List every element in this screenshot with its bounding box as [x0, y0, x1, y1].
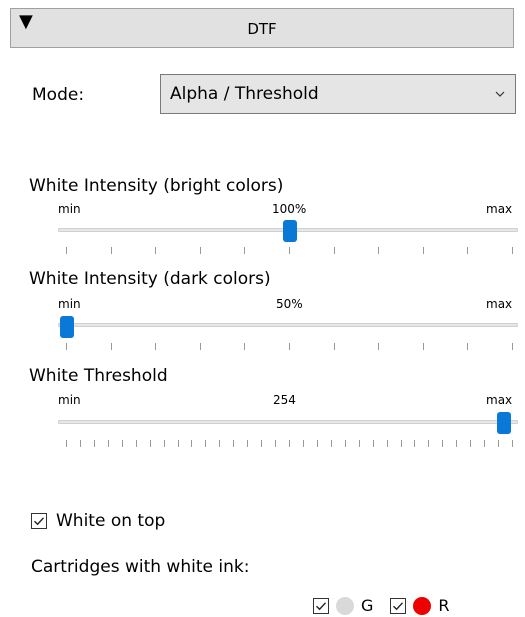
slider-tick [334, 343, 335, 350]
slider-bright-min: min [58, 202, 81, 216]
slider-tick [512, 343, 513, 350]
slider-tick [136, 440, 137, 447]
slider-threshold-min: min [58, 393, 81, 407]
slider-tick [303, 440, 304, 447]
slider-tick [378, 343, 379, 350]
slider-dark-ticks [58, 343, 518, 353]
slider-dark-max: max [486, 297, 513, 311]
slider-threshold-ticks [58, 440, 518, 450]
slider-dark-value: 50% [276, 297, 303, 311]
mode-label: Mode: [32, 85, 85, 105]
cartridge-g-label: G [361, 596, 374, 615]
dtf-panel-header[interactable]: ▼ DTF [10, 8, 514, 48]
slider-tick [233, 440, 234, 447]
slider-bright-title: White Intensity (bright colors) [29, 176, 284, 196]
slider-tick [345, 440, 346, 447]
slider-tick [122, 440, 123, 447]
slider-dark-title: White Intensity (dark colors) [29, 269, 271, 289]
panel-title: DTF [247, 20, 277, 38]
slider-tick [66, 343, 67, 350]
slider-dark-thumb[interactable] [60, 316, 74, 338]
cartridges-label: Cartridges with white ink: [31, 557, 250, 577]
white-on-top-label: White on top [56, 511, 166, 531]
slider-tick [414, 440, 415, 447]
slider-threshold-thumb[interactable] [497, 412, 511, 434]
slider-tick [359, 440, 360, 447]
cartridge-g-checkbox[interactable] [313, 597, 329, 614]
slider-tick [247, 440, 248, 447]
slider-tick [484, 440, 485, 447]
mode-select[interactable]: Alpha / Threshold [160, 74, 516, 114]
slider-dark-min: min [58, 297, 81, 311]
mode-select-value: Alpha / Threshold [170, 84, 319, 104]
slider-tick [219, 440, 220, 447]
slider-tick [244, 247, 245, 254]
cartridge-options: G R [313, 596, 450, 615]
slider-tick [289, 343, 290, 350]
slider-bright-thumb[interactable] [283, 220, 297, 242]
slider-tick [150, 440, 151, 447]
slider-dark-track[interactable] [58, 323, 518, 327]
checkmark-icon [316, 601, 327, 610]
slider-tick [401, 440, 402, 447]
slider-tick [164, 440, 165, 447]
white-on-top-checkbox-row[interactable]: White on top [31, 511, 165, 531]
slider-tick [289, 247, 290, 254]
slider-tick [470, 440, 471, 447]
slider-tick [261, 440, 262, 447]
slider-tick [111, 247, 112, 254]
slider-tick [275, 440, 276, 447]
cartridge-r-color-dot [413, 596, 432, 615]
white-on-top-checkbox[interactable] [31, 513, 47, 529]
slider-tick [66, 247, 67, 254]
slider-tick [331, 440, 332, 447]
checkmark-icon [393, 601, 404, 610]
slider-tick [317, 440, 318, 447]
slider-tick [442, 440, 443, 447]
slider-tick [498, 440, 499, 447]
slider-threshold-max: max [486, 393, 513, 407]
slider-tick [428, 440, 429, 447]
chevron-down-icon [495, 91, 505, 97]
slider-tick [244, 343, 245, 350]
checkmark-icon [34, 517, 45, 526]
slider-tick [200, 247, 201, 254]
slider-tick [155, 343, 156, 350]
slider-tick [111, 343, 112, 350]
slider-tick [108, 440, 109, 447]
slider-tick [289, 440, 290, 447]
slider-bright-ticks [58, 247, 518, 257]
slider-tick [200, 343, 201, 350]
slider-tick [66, 440, 67, 447]
slider-tick [467, 343, 468, 350]
cartridge-g-color-dot [336, 596, 354, 615]
cartridge-r-checkbox[interactable] [390, 597, 407, 614]
slider-tick [423, 343, 424, 350]
slider-tick [512, 440, 513, 447]
slider-tick [334, 247, 335, 254]
slider-tick [191, 440, 192, 447]
slider-bright-value: 100% [272, 202, 307, 216]
slider-tick [178, 440, 179, 447]
slider-threshold-value: 254 [273, 393, 296, 407]
slider-tick [373, 440, 374, 447]
slider-threshold-title: White Threshold [29, 366, 168, 386]
slider-tick [467, 247, 468, 254]
slider-tick [205, 440, 206, 447]
slider-threshold-track[interactable] [58, 420, 518, 424]
slider-tick [512, 247, 513, 254]
slider-tick [80, 440, 81, 447]
slider-tick [378, 247, 379, 254]
slider-tick [94, 440, 95, 447]
cartridge-r-label: R [438, 596, 450, 615]
slider-tick [155, 247, 156, 254]
slider-tick [423, 247, 424, 254]
slider-bright-max: max [486, 202, 513, 216]
slider-tick [456, 440, 457, 447]
slider-tick [387, 440, 388, 447]
